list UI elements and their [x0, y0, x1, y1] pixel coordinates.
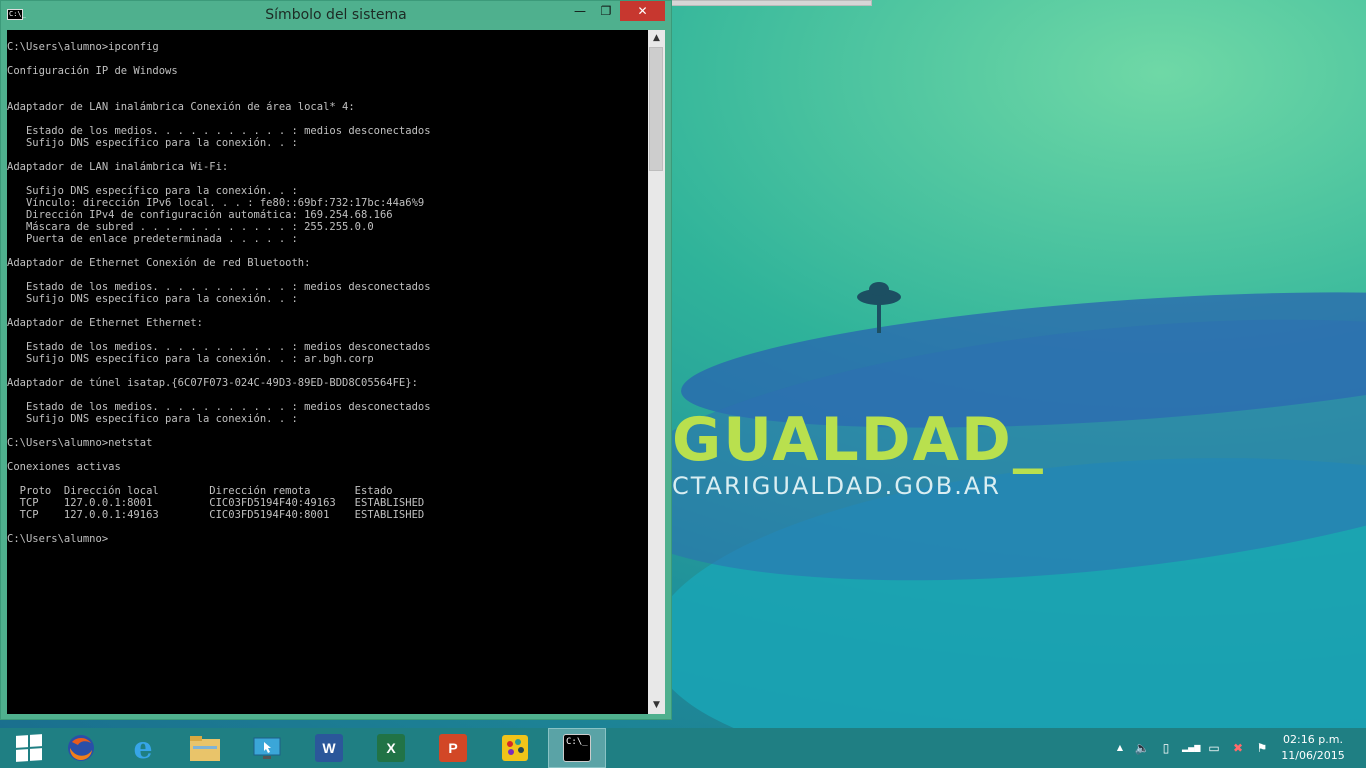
taskbar-file-explorer[interactable]	[176, 728, 234, 768]
console-line: TCP 127.0.0.1:49163 CIC03FD5194F40:8001 …	[7, 509, 425, 521]
console-line: Vínculo: dirección IPv6 local. . . : fe8…	[7, 197, 425, 209]
start-button[interactable]	[0, 728, 58, 768]
console-line: Máscara de subred . . . . . . . . . . . …	[7, 221, 374, 233]
system-clock[interactable]: 02:16 p.m. 11/06/2015	[1280, 732, 1346, 764]
powerpoint-icon: P	[439, 734, 467, 762]
console-line: Sufijo DNS específico para la conexión. …	[7, 413, 298, 425]
console-line: Adaptador de Ethernet Ethernet:	[7, 317, 203, 329]
console-line: TCP 127.0.0.1:8001 CIC03FD5194F40:49163 …	[7, 497, 425, 509]
console-text[interactable]: C:\Users\alumno>ipconfig Configuración I…	[7, 30, 648, 545]
network-x-icon[interactable]: ✖	[1230, 740, 1246, 756]
chevron-up-icon[interactable]: ▲	[1112, 740, 1128, 756]
close-button[interactable]: ✕	[620, 1, 665, 21]
console-output[interactable]: C:\Users\alumno>ipconfig Configuración I…	[7, 30, 648, 714]
taskbar-excel[interactable]: X	[362, 728, 420, 768]
word-icon: W	[315, 734, 343, 762]
taskbar-paint[interactable]	[486, 728, 544, 768]
window-titlebar[interactable]: C:\_ Símbolo del sistema — ❐ ✕	[1, 1, 671, 29]
taskbar: e W X P C:\_ ▲ 🔈 ▯ ▂▄▆ ▭ ✖ ⚑ 02:16 p.m. …	[0, 728, 1366, 768]
wallpaper-tree-icon	[857, 282, 901, 333]
clock-date: 11/06/2015	[1281, 749, 1345, 762]
console-line: Adaptador de LAN inalámbrica Conexión de…	[7, 101, 355, 113]
console-line: Sufijo DNS específico para la conexión. …	[7, 293, 298, 305]
console-line: Configuración IP de Windows	[7, 65, 178, 77]
monitor-cursor-icon	[253, 737, 281, 759]
internet-explorer-icon: e	[133, 730, 153, 766]
scroll-down-arrow-icon[interactable]: ▼	[648, 697, 665, 714]
console-line: Sufijo DNS específico para la conexión. …	[7, 185, 298, 197]
windows-logo-icon	[16, 734, 42, 762]
taskbar-command-prompt[interactable]: C:\_	[548, 728, 606, 768]
console-line: C:\Users\alumno>ipconfig	[7, 41, 159, 53]
folder-icon	[190, 736, 220, 761]
battery-icon[interactable]: ▯	[1158, 740, 1174, 756]
command-prompt-icon: C:\_	[563, 734, 591, 762]
command-prompt-window[interactable]: C:\_ Símbolo del sistema — ❐ ✕ C:\Users\…	[0, 0, 672, 720]
console-line: Sufijo DNS específico para la conexión. …	[7, 137, 298, 149]
console-line: Estado de los medios. . . . . . . . . . …	[7, 281, 431, 293]
console-line: Dirección IPv4 de configuración automáti…	[7, 209, 393, 221]
console-line: Proto Dirección local Dirección remota E…	[7, 485, 393, 497]
console-line: Adaptador de túnel isatap.{6C07F073-024C…	[7, 377, 418, 389]
volume-icon[interactable]: 🔈	[1134, 740, 1150, 756]
console-line: Adaptador de Ethernet Conexión de red Bl…	[7, 257, 311, 269]
console-line: Sufijo DNS específico para la conexión. …	[7, 353, 374, 365]
excel-icon: X	[377, 734, 405, 762]
display-icon[interactable]: ▭	[1206, 740, 1222, 756]
wallpaper-brand-text: GUALDAD_	[672, 405, 1045, 475]
maximize-button[interactable]: ❐	[593, 1, 619, 21]
scroll-up-arrow-icon[interactable]: ▲	[648, 30, 665, 47]
taskbar-word[interactable]: W	[300, 728, 358, 768]
scrollbar-thumb[interactable]	[649, 47, 663, 171]
console-line: Conexiones activas	[7, 461, 121, 473]
firefox-icon	[68, 735, 94, 761]
console-line: Adaptador de LAN inalámbrica Wi-Fi:	[7, 161, 229, 173]
taskbar-powerpoint[interactable]: P	[424, 728, 482, 768]
taskbar-internet-explorer[interactable]: e	[114, 728, 172, 768]
paint-palette-icon	[502, 735, 528, 761]
console-line: Estado de los medios. . . . . . . . . . …	[7, 341, 431, 353]
console-line: C:\Users\alumno>netstat	[7, 437, 153, 449]
wallpaper-brand-url: CTARIGUALDAD.GOB.AR	[672, 472, 1001, 500]
clock-time: 02:16 p.m.	[1283, 733, 1343, 746]
vertical-scrollbar[interactable]: ▲ ▼	[648, 30, 665, 714]
network-signal-icon[interactable]: ▂▄▆	[1182, 740, 1200, 756]
console-line: C:\Users\alumno>	[7, 533, 109, 545]
console-line: Puerta de enlace predeterminada . . . . …	[7, 233, 298, 245]
minimize-button[interactable]: —	[567, 1, 593, 21]
taskbar-firefox[interactable]	[52, 728, 110, 768]
console-line: Estado de los medios. . . . . . . . . . …	[7, 125, 431, 137]
flag-icon[interactable]: ⚑	[1254, 740, 1270, 756]
taskbar-screen-app[interactable]	[238, 728, 296, 768]
console-line: Estado de los medios. . . . . . . . . . …	[7, 401, 431, 413]
